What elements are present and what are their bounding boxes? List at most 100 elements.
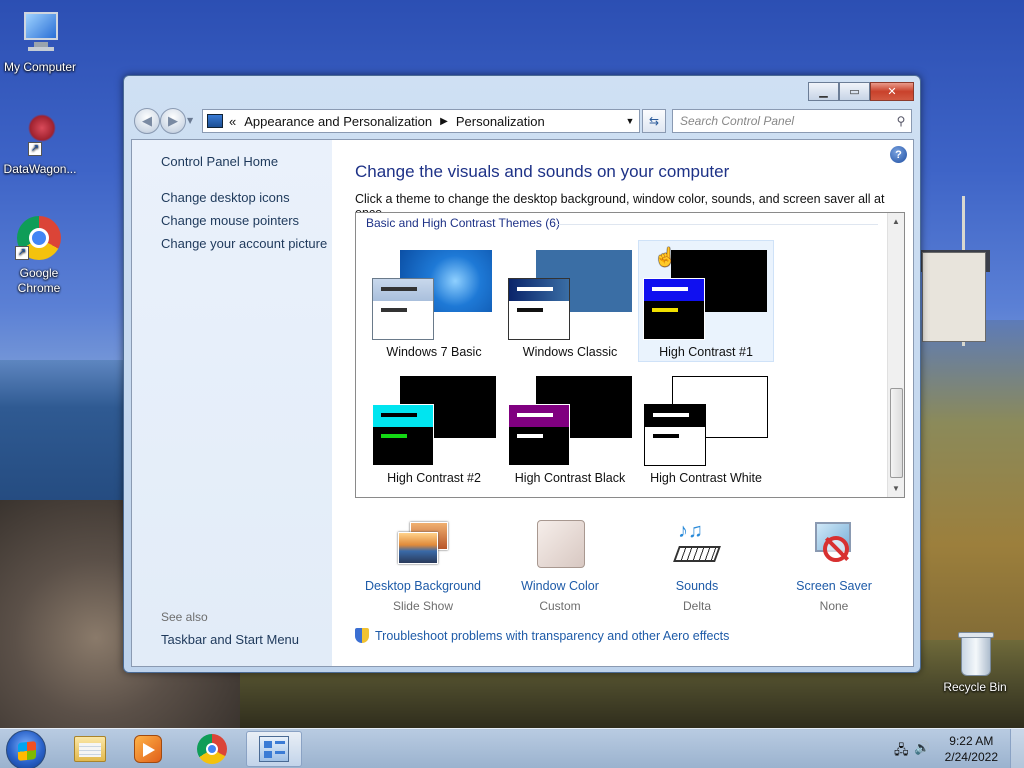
taskbar-media-player-button[interactable] [120,731,176,767]
chevron-down-icon: ▼ [187,116,194,125]
desktop-icon-my-computer[interactable]: My Computer [0,10,80,74]
troubleshoot-link[interactable]: Troubleshoot problems with transparency … [355,628,729,643]
network-icon[interactable]: 🖧 [894,741,909,763]
desktop-icon-label: DataWagon... [3,162,77,176]
hand-cursor-icon: ☝ [654,247,677,267]
setting-label[interactable]: Window Color [492,579,628,593]
desktop-icon-label: My Computer [3,60,77,74]
forward-button[interactable]: ▶ [160,108,186,134]
setting-value: Slide Show [392,599,454,613]
change-mouse-pointers-link[interactable]: Change mouse pointers [161,213,299,228]
show-desktop-button[interactable] [1010,729,1024,768]
taskbar-control-panel-button[interactable] [246,731,302,767]
help-icon: ? [895,148,902,161]
taskbar-explorer-button[interactable] [62,731,118,767]
client-area: Control Panel Home Change desktop icons … [131,139,914,667]
address-bar[interactable]: « Appearance and Personalization ▶ Perso… [202,109,640,133]
address-overflow[interactable]: « [229,114,236,129]
control-panel-icon [259,736,289,762]
theme-high-contrast-black[interactable]: High Contrast Black [502,367,638,489]
refresh-icon: ⇆ [648,114,660,128]
close-button[interactable]: ✕ [870,82,914,101]
scroll-up-icon[interactable]: ▲ [888,213,904,230]
setting-label[interactable]: Sounds [629,579,765,593]
system-tray: 🖧 🔊 9:22 AM 2/24/2022 [884,729,1024,768]
clock[interactable]: 9:22 AM 2/24/2022 [945,733,998,765]
address-dropdown-icon[interactable]: ▼ [621,116,639,126]
clock-date: 2/24/2022 [944,750,998,764]
breadcrumb-appearance[interactable]: Appearance and Personalization [244,114,432,129]
setting-value: None [819,599,849,613]
taskbar: 🖧 🔊 9:22 AM 2/24/2022 [0,728,1024,768]
theme-name: Windows 7 Basic [386,345,482,359]
setting-value: Custom [539,599,581,613]
theme-window-preview [644,404,706,466]
theme-window-preview [508,278,570,340]
desktop-background-setting[interactable]: Desktop Background Slide Show [355,520,491,613]
setting-label[interactable]: Desktop Background [355,579,491,593]
desktop-icon-datawagon[interactable]: ↗ DataWagon... [0,112,80,176]
theme-high-contrast-2[interactable]: High Contrast #2 [366,367,502,489]
control-panel-home-link[interactable]: Control Panel Home [161,154,278,169]
maximize-button[interactable]: ▭ [839,82,870,101]
desktop-icon-recycle-bin[interactable]: Recycle Bin [935,632,1015,694]
control-panel-icon [207,114,223,128]
troubleshoot-text[interactable]: Troubleshoot problems with transparency … [375,629,729,643]
search-icon[interactable]: ⚲ [891,114,911,128]
help-button[interactable]: ? [890,146,907,163]
chrome-icon: ↗ [15,216,63,264]
windows-logo-icon [18,741,36,761]
screen-saver-icon [807,520,861,570]
taskbar-chrome-button[interactable] [184,731,240,767]
sounds-setting[interactable]: ♪♫ Sounds Delta [629,520,765,613]
search-input[interactable]: Search Control Panel ⚲ [672,109,912,133]
theme-windows-7-basic[interactable]: Windows 7 Basic [366,241,502,363]
window-color-icon [533,520,587,570]
shield-icon [355,628,369,643]
personalization-window: ▁ ▭ ✕ ◀ ▶ ▼ « Appearance and Personaliza… [123,75,921,673]
change-account-picture-link[interactable]: Change your account picture [161,236,327,251]
breadcrumb-separator-icon[interactable]: ▶ [440,116,448,127]
theme-group-label[interactable]: Basic and High Contrast Themes (6) [366,216,560,230]
breadcrumb-personalization[interactable]: Personalization [456,114,545,129]
theme-name: High Contrast #1 [659,345,753,359]
minimize-icon: ▁ [819,85,828,98]
theme-list: Basic and High Contrast Themes (6) Windo… [355,212,905,498]
maximize-icon: ▭ [849,85,860,98]
refresh-button[interactable]: ⇆ [642,109,666,133]
change-desktop-icons-link[interactable]: Change desktop icons [161,190,290,205]
theme-settings-bar: Desktop Background Slide Show Window Col… [355,520,905,620]
window-controls: ▁ ▭ ✕ [808,82,914,101]
theme-windows-classic[interactable]: Windows Classic [502,241,638,363]
theme-window-preview [643,278,705,340]
theme-name: Windows Classic [522,345,618,359]
volume-icon[interactable]: 🔊 [914,740,930,756]
theme-name: High Contrast White [650,471,762,485]
scroll-down-icon[interactable]: ▼ [888,480,904,497]
theme-window-preview [508,404,570,466]
back-button[interactable]: ◀ [134,108,160,134]
theme-high-contrast-white[interactable]: High Contrast White [638,367,774,489]
setting-value: Delta [682,599,711,613]
theme-list-scrollbar[interactable]: ▲ ▼ [887,213,904,497]
start-button[interactable] [6,730,46,768]
desktop-icon-label: Recycle Bin [943,680,1007,694]
desktop-icon-label: Google Chrome [17,266,61,295]
minimize-button[interactable]: ▁ [808,82,839,101]
left-nav-pane: Control Panel Home Change desktop icons … [132,140,332,666]
theme-name: High Contrast #2 [387,471,481,485]
desktop-icon-google-chrome[interactable]: ↗ Google Chrome [0,216,79,296]
window-color-setting[interactable]: Window Color Custom [492,520,628,613]
recent-pages-dropdown[interactable]: ▼ [187,116,193,125]
computer-icon [16,10,64,58]
sounds-icon: ♪♫ [670,520,724,570]
screen-saver-setting[interactable]: Screen Saver None [766,520,902,613]
folder-icon [74,736,106,762]
setting-label[interactable]: Screen Saver [766,579,902,593]
page-title: Change the visuals and sounds on your co… [355,162,730,181]
taskbar-start-menu-link[interactable]: Taskbar and Start Menu [161,632,299,647]
chrome-icon [197,734,227,764]
scroll-thumb[interactable] [890,388,903,478]
theme-name: High Contrast Black [514,471,626,485]
desktop-background-icon [396,520,450,570]
